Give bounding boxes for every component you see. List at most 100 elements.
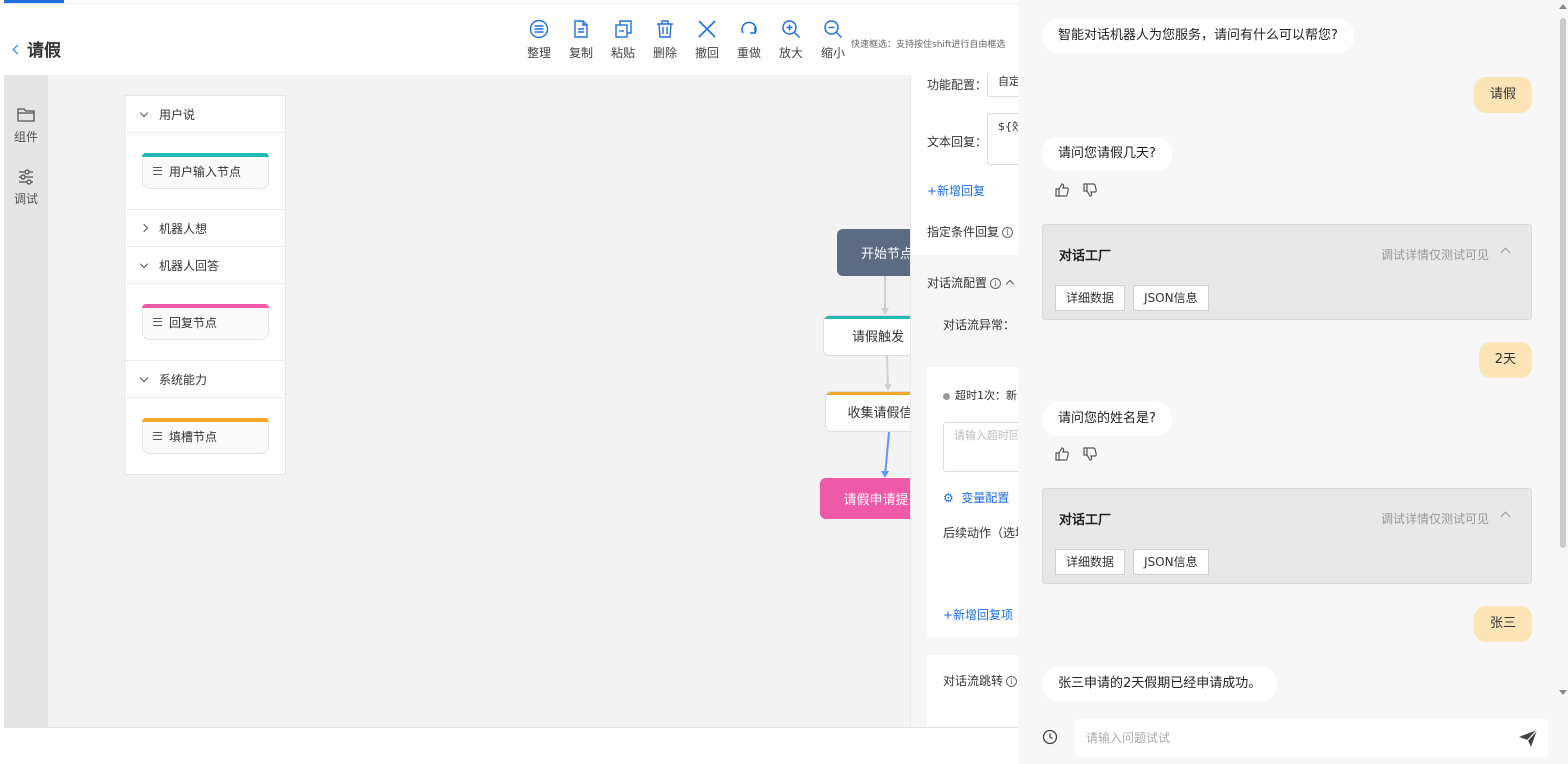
thumbs-down-icon[interactable]	[1082, 182, 1098, 198]
back-button[interactable]: 请假	[12, 36, 61, 61]
cond-reply-label: 指定条件回复	[927, 225, 1000, 239]
debug-note: 调试详情仅测试可见	[1380, 248, 1489, 262]
debug-card: 对话工厂 调试详情仅测试可见 详细数据 JSON信息	[1042, 224, 1532, 320]
drag-handle-icon	[153, 432, 162, 440]
text-reply-input[interactable]: ${效	[987, 113, 1018, 165]
slot-fill-node-card[interactable]: 填槽节点	[142, 418, 269, 454]
debug-title: 对话工厂	[1059, 249, 1112, 264]
flow-config-header[interactable]: 对话流配置 i	[927, 274, 1015, 291]
copy-button[interactable]: 复制	[560, 18, 602, 61]
add-reply-item-link[interactable]: +新增回复项	[943, 606, 1013, 623]
chat-panel: 智能对话机器人为您服务，请问有什么可以帮您? 请假 请问您请假几天? 对话工厂 …	[1018, 0, 1568, 764]
section-title: 用户说	[159, 107, 196, 122]
json-info-button[interactable]: JSON信息	[1133, 549, 1209, 575]
top-divider	[4, 3, 1018, 4]
copy-label: 复制	[568, 46, 593, 60]
section-title: 机器人回答	[159, 258, 220, 273]
redo-icon	[741, 21, 757, 34]
debug-tab-label: 调试	[13, 192, 38, 206]
sliders-icon	[19, 169, 33, 185]
feedback-bar	[1054, 446, 1098, 462]
node-card-label: 用户输入节点	[169, 164, 242, 179]
node-card-label: 填槽节点	[169, 429, 218, 444]
page-title: 请假	[27, 41, 61, 61]
reply-node-card[interactable]: 回复节点	[142, 304, 269, 340]
folder-icon	[17, 108, 35, 122]
status-dot	[943, 392, 950, 400]
add-reply-link[interactable]: +新增回复	[927, 182, 985, 199]
json-info-button[interactable]: JSON信息	[1133, 285, 1209, 311]
debug-tab[interactable]: 调试	[4, 167, 48, 207]
drag-handle-icon	[153, 167, 162, 175]
user-message: 请假	[1473, 77, 1532, 113]
func-config-select[interactable]: 自定	[987, 75, 1018, 97]
selection-tip: 快速框选：支持按住shift进行自由框选	[851, 40, 1006, 50]
arrange-label: 整理	[526, 46, 551, 60]
flow-jump-label: 对话流跳转	[943, 674, 1004, 688]
section-body: 回复节点	[125, 284, 285, 361]
scroll-up-arrow[interactable]	[1559, 4, 1567, 9]
arrange-button[interactable]: 整理	[518, 18, 560, 61]
section-title: 系统能力	[159, 372, 208, 387]
chevron-down-icon	[139, 108, 149, 117]
scroll-down-arrow[interactable]	[1559, 690, 1567, 695]
section-title: 机器人想	[159, 221, 208, 236]
flow-error-label: 对话流异常：	[943, 318, 1016, 332]
chevron-up-icon[interactable]	[1500, 511, 1511, 522]
thumbs-up-icon[interactable]	[1054, 446, 1070, 462]
page: 请假 整理 复制 粘贴 删除 撤回 重做 放大 缩小 快速框选：支持按住shif…	[0, 0, 1568, 764]
redo-button[interactable]: 重做	[728, 18, 770, 61]
delete-button[interactable]: 删除	[644, 18, 686, 61]
user-message: 张三	[1473, 606, 1532, 642]
section-body: 填槽节点	[125, 398, 285, 475]
user-input-node-card[interactable]: 用户输入节点	[142, 153, 269, 189]
timeout-row: 超时1次：新	[943, 387, 1017, 403]
section-user-says[interactable]: 用户说	[125, 96, 285, 133]
scroll-thumb[interactable]	[1560, 18, 1566, 548]
variable-config-link[interactable]: ⚙ 变量配置	[943, 489, 1009, 506]
toolbar: 整理 复制 粘贴 删除 撤回 重做 放大 缩小	[518, 18, 854, 61]
chevron-left-icon	[12, 44, 23, 54]
section-bot-thinks[interactable]: 机器人想	[125, 210, 285, 247]
zoom-out-icon	[824, 20, 843, 39]
history-clock-icon[interactable]	[1042, 729, 1058, 745]
section-system-abilities[interactable]: 系统能力	[125, 361, 285, 398]
detail-data-button[interactable]: 详细数据	[1055, 549, 1126, 575]
node-card-label: 回复节点	[169, 315, 218, 330]
components-tab[interactable]: 组件	[4, 105, 48, 145]
paste-icon	[615, 20, 632, 38]
chevron-up-icon[interactable]	[1500, 247, 1511, 258]
func-config-label: 功能配置：	[927, 78, 988, 92]
zoom-out-label: 缩小	[820, 46, 845, 60]
zoom-in-button[interactable]: 放大	[770, 18, 812, 61]
paste-button[interactable]: 粘贴	[602, 18, 644, 61]
components-tab-label: 组件	[13, 130, 38, 144]
flow-config-label: 对话流配置	[927, 276, 988, 290]
zoom-out-button[interactable]: 缩小	[812, 18, 854, 61]
timeout-reply-input[interactable]: 请输入超时回	[943, 422, 1018, 472]
cond-reply-row: 指定条件回复 i	[927, 223, 1014, 240]
undo-button[interactable]: 撤回	[686, 18, 728, 61]
drag-handle-icon	[153, 318, 162, 326]
chat-input[interactable]	[1074, 719, 1548, 757]
send-icon[interactable]	[1518, 728, 1538, 748]
flow-jump-row: 对话流跳转 i	[943, 672, 1018, 689]
copy-icon	[574, 20, 588, 38]
component-panel: 用户说 用户输入节点 机器人想 机器人回答 回复节点 系统能力 填槽节点	[124, 95, 286, 475]
delete-label: 删除	[652, 46, 677, 60]
detail-data-button[interactable]: 详细数据	[1055, 285, 1126, 311]
zoom-in-icon	[782, 20, 801, 39]
thumbs-up-icon[interactable]	[1054, 182, 1070, 198]
chevron-up-icon	[1005, 279, 1015, 288]
debug-card: 对话工厂 调试详情仅测试可见 详细数据 JSON信息	[1042, 488, 1532, 584]
chat-input-row	[1018, 710, 1568, 764]
bot-message: 请问您请假几天?	[1042, 137, 1172, 171]
user-message: 2天	[1478, 342, 1532, 378]
section-bot-answers[interactable]: 机器人回答	[125, 247, 285, 284]
bot-message: 智能对话机器人为您服务，请问有什么可以帮您?	[1042, 19, 1354, 53]
info-icon: i	[990, 278, 1002, 289]
thumbs-down-icon[interactable]	[1082, 446, 1098, 462]
debug-title: 对话工厂	[1059, 513, 1112, 528]
undo-label: 撤回	[694, 46, 719, 60]
arrange-icon	[529, 19, 549, 39]
